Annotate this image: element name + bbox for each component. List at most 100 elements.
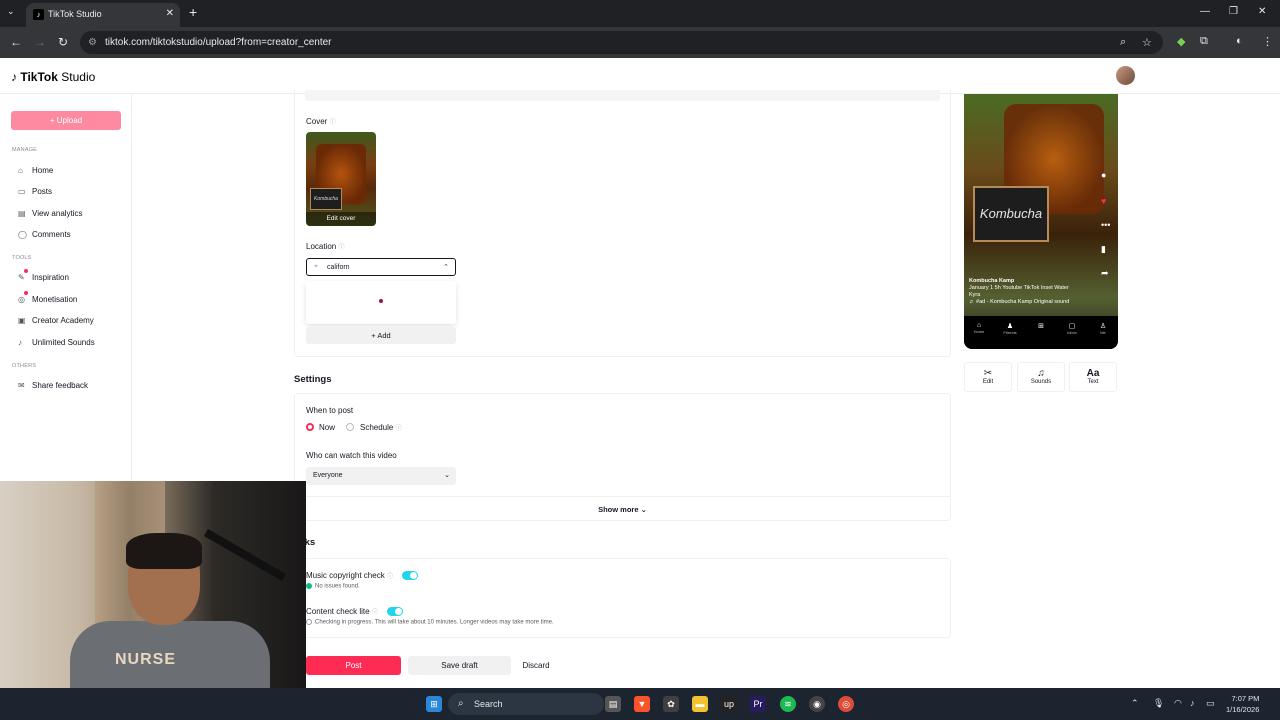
content-check-label: Content check lite ⓘ: [306, 607, 378, 616]
sidebar-item-label: Monetisation: [32, 295, 78, 304]
music-check-toggle[interactable]: [402, 571, 418, 580]
music-status-text: No issues found.: [315, 583, 360, 590]
schedule-radio[interactable]: [346, 423, 354, 431]
premiere-icon[interactable]: Pr: [750, 696, 766, 712]
tiktok-studio-logo[interactable]: ♪ TikTok Studio: [11, 70, 95, 84]
location-dropdown: [306, 281, 456, 324]
battery-icon[interactable]: ▭: [1206, 698, 1215, 709]
scissors-icon: ✂: [983, 368, 993, 379]
sounds-tool-button[interactable]: ♫ Sounds: [1017, 362, 1065, 392]
obs-icon[interactable]: ◉: [809, 696, 825, 712]
back-icon[interactable]: ←: [10, 35, 22, 49]
music-check-status: No issues found.: [306, 583, 360, 590]
schedule-label[interactable]: Schedule ⓘ: [360, 423, 402, 432]
chatgpt-icon[interactable]: ✿: [663, 696, 679, 712]
text-tool-button[interactable]: Aa Text: [1069, 362, 1117, 392]
volume-icon[interactable]: ♪: [1190, 698, 1195, 708]
now-label[interactable]: Now: [319, 423, 335, 432]
extension-icon[interactable]: ◆: [1177, 35, 1185, 48]
discard-button[interactable]: Discard: [517, 656, 555, 675]
sidebar-item-sounds[interactable]: ♪ Unlimited Sounds: [18, 338, 95, 347]
chrome-icon[interactable]: ◎: [838, 696, 854, 712]
privacy-select[interactable]: Everyone ⌄: [306, 467, 456, 485]
clock-time: 7:07 PM: [1231, 694, 1260, 703]
preview-nav-inbox: ▢ Inbox: [1062, 322, 1082, 335]
sidebar-item-posts[interactable]: ▭ Posts: [18, 187, 52, 196]
info-icon[interactable]: ⓘ: [396, 426, 402, 432]
windows-start-icon[interactable]: ⊞: [426, 696, 442, 712]
previous-field[interactable]: [305, 90, 940, 101]
sidebar-item-inspiration[interactable]: ✎ Inspiration: [18, 273, 69, 282]
info-icon[interactable]: ⓘ: [372, 610, 378, 616]
tab-close-icon[interactable]: ✕: [166, 8, 174, 19]
loading-spinner: [379, 299, 383, 303]
system-clock[interactable]: 7:07 PM 1/16/2026: [1226, 693, 1259, 715]
tray-chevron-icon[interactable]: ⌃: [1131, 698, 1139, 709]
info-icon[interactable]: ⓘ: [387, 574, 393, 580]
upload-button[interactable]: + Upload: [11, 111, 121, 130]
now-radio[interactable]: [306, 423, 314, 431]
forward-icon[interactable]: →: [34, 35, 46, 49]
video-preview[interactable]: Kombucha ● ♥ ••• ▮ ➦ Kombucha Kamp Janua…: [964, 94, 1118, 349]
spotify-icon[interactable]: ≋: [780, 696, 796, 712]
taskbar-search[interactable]: ⌕ Search: [448, 693, 604, 715]
location-input[interactable]: ⌖ californ ⌃: [306, 258, 456, 276]
edit-tool-button[interactable]: ✂ Edit: [964, 362, 1012, 392]
restore-icon[interactable]: ❐: [1229, 6, 1238, 17]
tools-section-label: TOOLS: [12, 255, 32, 261]
preview-nav-label: Inbox: [1067, 330, 1077, 335]
browser-tab[interactable]: ♪ TikTok Studio ✕: [26, 3, 180, 27]
extensions-puzzle-icon[interactable]: ⧉: [1200, 35, 1208, 48]
info-icon[interactable]: ⓘ: [330, 120, 336, 126]
sidebar-item-label: Posts: [32, 187, 53, 196]
chevron-up-icon[interactable]: ⌃: [443, 263, 449, 271]
sidebar-item-home[interactable]: ⌂ Home: [18, 166, 53, 175]
minimize-icon[interactable]: —: [1200, 6, 1210, 17]
profile-icon[interactable]: ◐: [1236, 35, 1243, 47]
user-avatar[interactable]: [1116, 66, 1135, 85]
settings-title: Settings: [294, 374, 332, 385]
preview-nav-label: Me: [1100, 330, 1106, 335]
mic-icon[interactable]: 🎙: [1153, 698, 1164, 709]
location-label: Location ⓘ: [306, 242, 345, 251]
brave-icon[interactable]: ▼: [634, 696, 650, 712]
sidebar-item-label: Creator Academy: [32, 316, 94, 325]
reload-icon[interactable]: ↻: [58, 35, 68, 49]
post-button[interactable]: Post: [306, 656, 401, 675]
content-check-toggle[interactable]: [387, 607, 403, 616]
webcam-overlay: NURSE: [0, 481, 306, 688]
site-info-icon[interactable]: ⚙: [88, 37, 97, 48]
task-view-icon[interactable]: ▤: [605, 696, 621, 712]
info-icon[interactable]: ⓘ: [338, 245, 344, 251]
microphone-arm: [204, 529, 286, 581]
cover-label: Cover ⓘ: [306, 117, 336, 126]
preview-nav-create: ⊞: [1038, 323, 1044, 330]
url-field[interactable]: ⚙ tiktok.com/tiktokstudio/upload?from=cr…: [80, 31, 1163, 54]
add-button[interactable]: + Add: [306, 327, 456, 344]
checks-card: [294, 558, 951, 638]
file-explorer-icon[interactable]: ▬: [692, 696, 708, 712]
music-check-text: Music copyright check: [306, 571, 385, 580]
new-tab-icon[interactable]: +: [189, 4, 197, 20]
sidebar-item-analytics[interactable]: ▤ View analytics: [18, 209, 83, 218]
money-icon: ◎: [18, 295, 25, 304]
show-more-button[interactable]: Show more ⌄: [294, 496, 951, 521]
cover-label-text: Cover: [306, 117, 328, 126]
window-close-icon[interactable]: ✕: [1258, 6, 1266, 17]
save-draft-button[interactable]: Save draft: [408, 656, 511, 675]
preview-sound: ♬ #ad - Kombucha Kamp Original sound: [969, 299, 1070, 306]
preview-nav-bar: ⌂ Home ♟ Friends ⊞ ▢ Inbox ♙ Me: [964, 316, 1118, 349]
cover-thumbnail[interactable]: Kombucha Edit cover: [306, 132, 376, 226]
sidebar-item-monetisation[interactable]: ◎ Monetisation: [18, 295, 77, 304]
preview-nav-me: ♙ Me: [1093, 322, 1113, 335]
menu-dots-icon[interactable]: ⋮: [1262, 35, 1273, 48]
sidebar-item-comments[interactable]: ◯ Comments: [18, 230, 71, 239]
upwork-icon[interactable]: up: [721, 696, 737, 712]
wifi-icon[interactable]: ◠: [1174, 698, 1182, 709]
tab-search-icon[interactable]: ⌄: [7, 6, 15, 17]
bookmark-star-icon[interactable]: ☆: [1142, 36, 1152, 49]
zoom-icon[interactable]: ⌕: [1120, 36, 1126, 49]
edit-cover-button[interactable]: Edit cover: [306, 212, 376, 226]
sidebar-item-academy[interactable]: ▣ Creator Academy: [18, 316, 94, 325]
sidebar-item-feedback[interactable]: ✉ Share feedback: [18, 381, 88, 390]
